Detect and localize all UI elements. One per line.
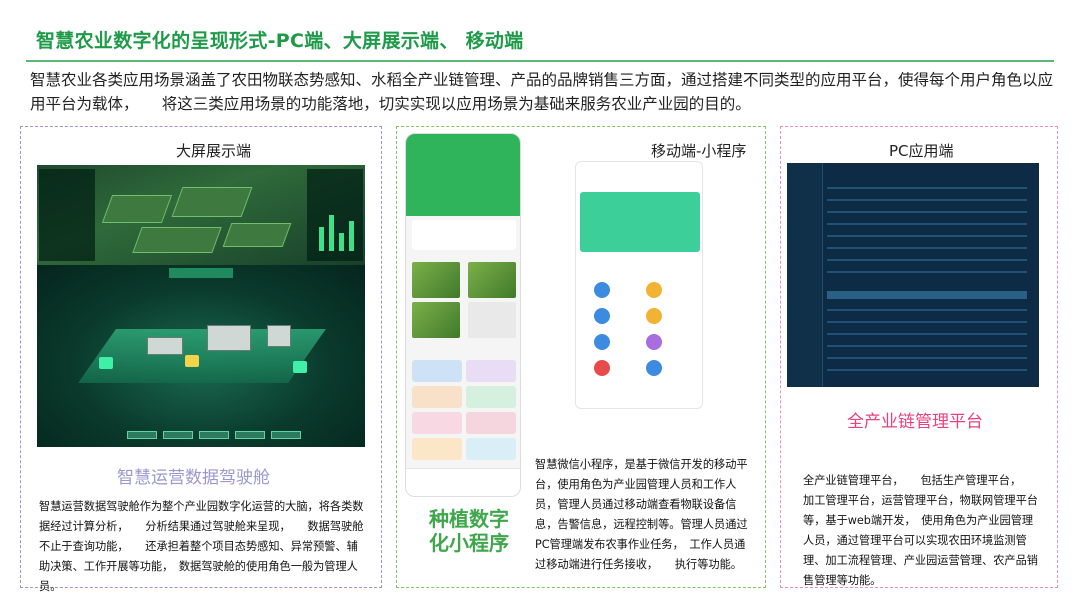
pc-panel: PC应用端 全产业链管理平台 全产业链管理平台， 包括生产管理平台， 加工管理平… (780, 126, 1058, 588)
intro-paragraph: 智慧农业各类应用场景涵盖了农田物联态势感知、水稻全产业链管理、产品的品牌销售三方… (30, 71, 1054, 113)
miniprogram-description: 智慧微信小程序，是基于微信开发的移动平台，使用角色为产业园管理人员和工作人员，管… (535, 458, 748, 571)
title-divider (26, 60, 1054, 62)
planting-miniprogram-screenshot (405, 133, 521, 497)
bigscreen-panel-title: 大屏展示端 (176, 142, 252, 160)
mobile-panel-title: 移动端-小程序 (651, 142, 747, 160)
cockpit-dashboard-screenshot (37, 165, 365, 447)
pc-platform-screenshot (787, 163, 1039, 387)
platform-description: 全产业链管理平台， 包括生产管理平台， 加工管理平台，运营管理平台，物联网管理平… (803, 474, 1038, 587)
miniprogram-name-line2: 化小程序 (429, 531, 509, 555)
cockpit-description: 智慧运营数据驾驶舱作为整个产业园数字化运营的大脑，将各类数据经过计算分析， 分析… (39, 500, 364, 593)
bigscreen-panel: 大屏展示端 智慧运营数据驾驶舱 智慧运营数据驾驶舱作为整个产业园数字化运营的大脑… (20, 126, 382, 593)
mobile-panel: 种植数字 化小程序 移动端-小程序 智慧微信小程序，是基于微信开发的移动平台，使… (396, 126, 766, 588)
cockpit-name: 智慧运营数据驾驶舱 (117, 468, 270, 488)
miniprogram-device-screenshot (575, 161, 703, 409)
pc-panel-title: PC应用端 (889, 142, 954, 160)
page-title: 智慧农业数字化的呈现形式-PC端、大屏展示端、 移动端 (36, 30, 524, 52)
miniprogram-name-line1: 种植数字 (429, 507, 509, 531)
platform-name: 全产业链管理平台 (847, 412, 983, 432)
